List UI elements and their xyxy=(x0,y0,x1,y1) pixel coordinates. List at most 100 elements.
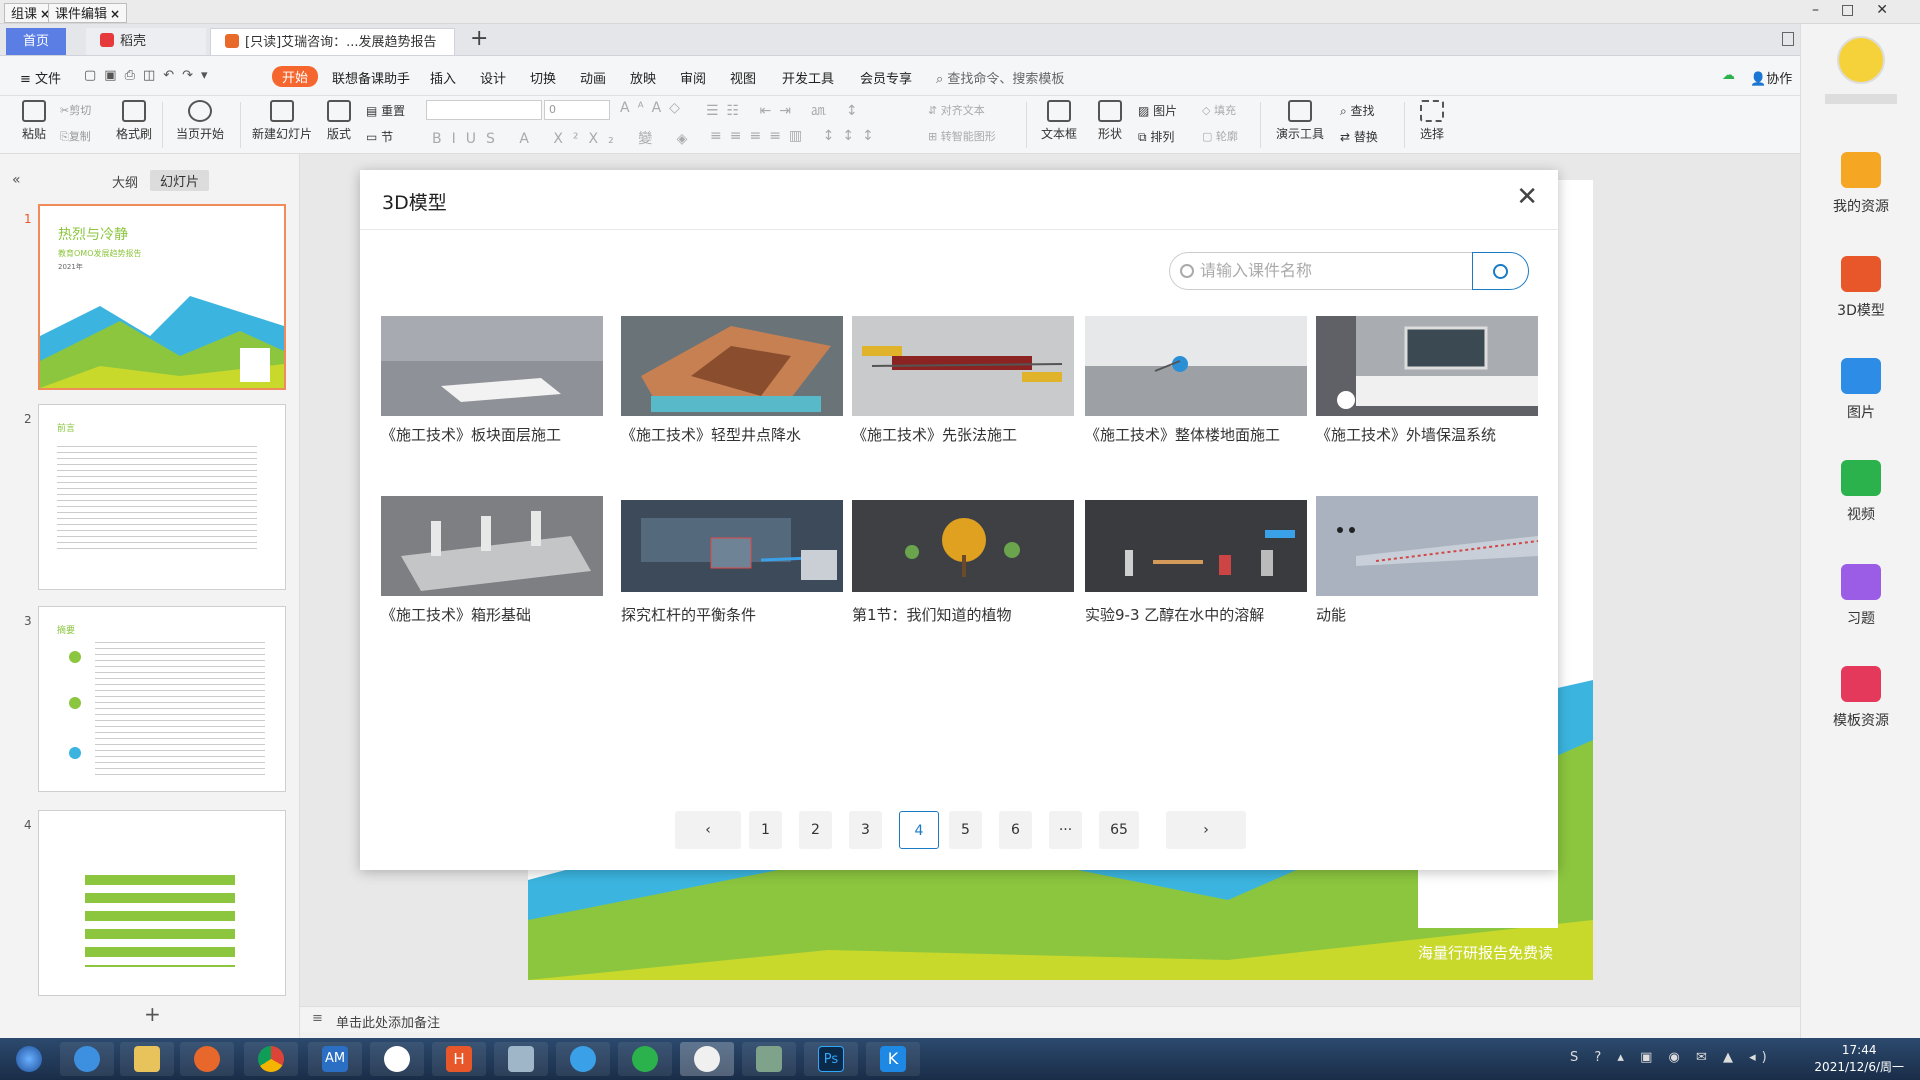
taskbar-cat-app[interactable] xyxy=(680,1042,734,1076)
menu-start[interactable]: 开始 xyxy=(272,66,319,87)
add-tab-button[interactable]: + xyxy=(470,26,488,51)
sidebar-item-templates[interactable]: 模板资源 xyxy=(1801,666,1920,730)
model-card[interactable]: 探究杠杆的平衡条件 xyxy=(621,500,843,640)
present-tools-button[interactable]: 演示工具 xyxy=(1272,100,1328,142)
search-button[interactable] xyxy=(1472,252,1529,290)
smartart-button[interactable]: ⊞ 转智能图形 xyxy=(928,128,996,144)
close-icon[interactable]: × xyxy=(110,7,120,21)
taskbar-k[interactable]: K xyxy=(866,1042,920,1076)
model-card[interactable]: 《施工技术》外墙保温系统 xyxy=(1316,316,1538,456)
font-size-icons[interactable]: AᴬA◇ xyxy=(620,100,688,116)
taskbar-explorer[interactable] xyxy=(120,1042,174,1076)
model-card[interactable]: 《施工技术》整体楼地面施工 xyxy=(1085,316,1307,456)
tab-daoke[interactable]: 稻壳 xyxy=(86,28,206,55)
model-card[interactable]: 《施工技术》板块面层施工 xyxy=(381,316,603,456)
taskbar-notepad[interactable] xyxy=(494,1042,548,1076)
page-button[interactable]: 5 xyxy=(949,811,982,849)
taskbar-am[interactable]: AM xyxy=(308,1042,362,1076)
sidebar-item-my-resources[interactable]: 我的资源 xyxy=(1801,152,1920,216)
menu-lenovo-assistant[interactable]: 联想备课助手 xyxy=(332,68,410,87)
menu-file[interactable]: ≡ 文件 xyxy=(20,68,61,87)
page-button[interactable]: 65 xyxy=(1099,811,1139,849)
tab-home[interactable]: 首页 xyxy=(6,28,66,55)
taskbar-photoshop[interactable]: Ps xyxy=(804,1042,858,1076)
search-input[interactable]: 请输入课件名称 xyxy=(1169,252,1472,290)
add-slide-button[interactable]: + xyxy=(144,1002,161,1026)
model-card[interactable]: 《施工技术》轻型井点降水 xyxy=(621,316,843,456)
page-button[interactable]: 1 xyxy=(749,811,782,849)
menu-review[interactable]: 审阅 xyxy=(680,68,706,87)
taskbar-search-app[interactable] xyxy=(556,1042,610,1076)
shape-button[interactable]: 形状 xyxy=(1092,100,1128,142)
align-icons[interactable]: ≡≡≡≡▥ ↕↕↕ xyxy=(710,128,882,144)
taskbar-firefox[interactable] xyxy=(180,1042,234,1076)
command-search[interactable]: ⌕ 查找命令、搜索模板 xyxy=(936,68,1064,87)
system-tray-icons[interactable]: S ? ▴ ▣ ◉ ✉ ▲ ◂) xyxy=(1570,1050,1773,1065)
page-button[interactable]: 6 xyxy=(999,811,1032,849)
font-family-select[interactable] xyxy=(426,100,542,120)
menu-member[interactable]: 会员专享 xyxy=(860,68,912,87)
taskbar-app[interactable] xyxy=(370,1042,424,1076)
find-button[interactable]: ⌕ 查找 xyxy=(1340,102,1375,119)
sidebar-item-exercise[interactable]: 习题 xyxy=(1801,564,1920,628)
taskbar-ie[interactable] xyxy=(60,1042,114,1076)
sidebar-item-video[interactable]: 视频 xyxy=(1801,460,1920,524)
sidebar-item-3d-model[interactable]: 3D模型 xyxy=(1801,256,1920,320)
menu-animation[interactable]: 动画 xyxy=(580,68,606,87)
tab-slides[interactable]: 幻灯片 xyxy=(150,170,210,191)
taskbar-monitor[interactable] xyxy=(742,1042,796,1076)
slide-thumb-3[interactable]: 摘要 xyxy=(38,606,286,792)
taskbar-wechat[interactable] xyxy=(618,1042,672,1076)
menu-transition[interactable]: 切换 xyxy=(530,68,556,87)
outline-button[interactable]: ▢ 轮廓 xyxy=(1202,128,1238,144)
taskbar-h[interactable]: H xyxy=(432,1042,486,1076)
avatar[interactable] xyxy=(1837,36,1885,84)
arrange-button[interactable]: ⧉ 排列 xyxy=(1138,128,1174,145)
reset-button[interactable]: ▤ 重置 xyxy=(366,102,405,119)
menu-developer[interactable]: 开发工具 xyxy=(782,68,834,87)
model-card[interactable]: 实验9-3 乙醇在水中的溶解 xyxy=(1085,500,1307,640)
collab-button[interactable]: 👤协作 xyxy=(1750,68,1792,87)
menu-view[interactable]: 视图 xyxy=(730,68,756,87)
cut-button[interactable]: ✂剪切 xyxy=(60,102,91,118)
close-icon[interactable]: ✕ xyxy=(1516,184,1538,210)
next-page-button[interactable]: › xyxy=(1166,811,1246,849)
page-button-current[interactable]: 4 xyxy=(899,811,939,849)
prev-page-button[interactable]: ‹ xyxy=(675,811,741,849)
paste-button[interactable]: 粘贴 xyxy=(14,100,54,142)
fill-button[interactable]: ◇ 填充 xyxy=(1202,102,1236,118)
page-button[interactable]: 2 xyxy=(799,811,832,849)
slide-thumb-1[interactable]: 热烈与冷静 教育OMO发展趋势报告 2021年 xyxy=(38,204,286,390)
menu-slideshow[interactable]: 放映 xyxy=(630,68,656,87)
model-card[interactable]: 动能 xyxy=(1316,496,1538,636)
page-button[interactable]: 3 xyxy=(849,811,882,849)
start-button[interactable] xyxy=(2,1042,56,1076)
tab-outline[interactable]: 大纲 xyxy=(112,172,138,191)
notes-bar[interactable]: ≡ 单击此处添加备注 xyxy=(300,1006,1800,1032)
layout-button[interactable]: 版式 xyxy=(322,100,356,142)
collapse-pane-button[interactable]: « xyxy=(12,172,21,188)
layout-icon[interactable] xyxy=(1782,32,1794,46)
quick-access-icons[interactable]: ▢▣⎙◫↶↷▾ xyxy=(84,68,216,83)
taskbar-chrome[interactable] xyxy=(244,1042,298,1076)
sidebar-item-image[interactable]: 图片 xyxy=(1801,358,1920,422)
window-tab-kejian[interactable]: 课件编辑 × xyxy=(48,3,128,23)
slide-thumb-2[interactable]: 前言 xyxy=(38,404,286,590)
picture-button[interactable]: ▨ 图片 xyxy=(1138,102,1177,119)
slide-thumb-4[interactable] xyxy=(38,810,286,996)
tab-document[interactable]: [只读]艾瑞咨询：...发展趋势报告(1)× xyxy=(210,28,455,77)
model-card[interactable]: 《施工技术》箱形基础 xyxy=(381,496,603,636)
model-card[interactable]: 《施工技术》先张法施工 xyxy=(852,316,1074,456)
font-size-select[interactable]: 0 xyxy=(544,100,610,120)
list-icons[interactable]: ☰☷ ⇤⇥ ㏂ ↕ xyxy=(706,100,866,120)
section-button[interactable]: ▭ 节 xyxy=(366,128,393,145)
menu-design[interactable]: 设计 xyxy=(480,68,506,87)
select-button[interactable]: 选择 xyxy=(1414,100,1450,142)
replace-button[interactable]: ⇄ 替换 xyxy=(1340,128,1378,145)
textbox-button[interactable]: 文本框 xyxy=(1036,100,1082,142)
window-controls[interactable]: –□✕ xyxy=(1812,2,1910,18)
align-text-button[interactable]: ⇵ 对齐文本 xyxy=(928,102,985,118)
model-card[interactable]: 第1节：我们知道的植物 xyxy=(852,500,1074,640)
play-from-current-button[interactable]: 当页开始 xyxy=(172,100,228,142)
cloud-icon[interactable]: ☁ xyxy=(1722,68,1735,83)
